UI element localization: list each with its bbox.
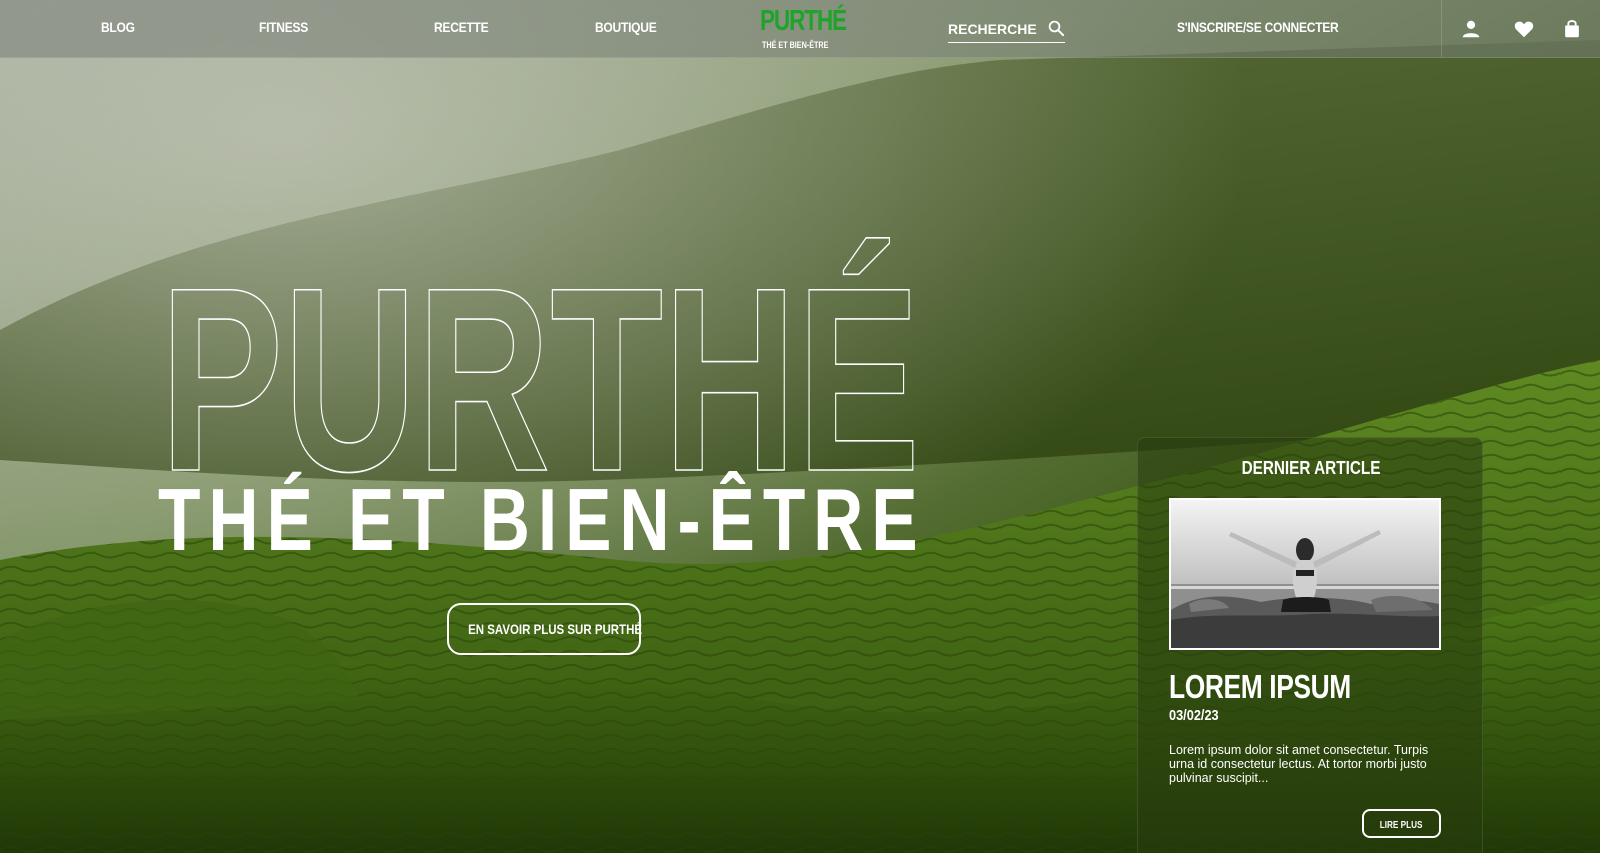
search-icon[interactable]	[1047, 19, 1065, 37]
nav-link-boutique[interactable]: BOUTIQUE	[595, 19, 657, 35]
site-logo[interactable]: PURTHÉ THÉ ET BIEN-ÊTRE	[748, 6, 847, 52]
article-title[interactable]: LOREM IPSUM	[1169, 668, 1351, 706]
hero-title: PURTHÉ	[160, 233, 920, 485]
search-input[interactable]	[948, 18, 1040, 40]
logo-wordmark: PURTHÉ	[760, 5, 847, 37]
heart-icon[interactable]	[1513, 18, 1535, 40]
signup-login-link[interactable]: S'INSCRIRE/SE CONNECTER	[1177, 19, 1339, 35]
nav-link-blog[interactable]: BLOG	[101, 19, 135, 35]
logo-tagline: THÉ ET BIEN-ÊTRE	[762, 40, 829, 50]
nav-divider	[1441, 0, 1442, 57]
read-more-button[interactable]: LIRE PLUS	[1362, 809, 1441, 838]
nav-link-recette[interactable]: RECETTE	[434, 19, 489, 35]
hero-subtitle: THÉ ET BIEN-ÊTRE	[158, 470, 926, 569]
woman-meditating-by-sea-photo	[1171, 500, 1439, 648]
latest-article-card: DERNIER ARTICLE LOREM IPSUM 03/02/23 Lor…	[1137, 437, 1483, 853]
learn-more-button[interactable]: EN SAVOIR PLUS SUR PURTHÉ	[447, 603, 643, 655]
page: BLOG FITNESS RECETTE BOUTIQUE PURTHÉ THÉ…	[0, 0, 1600, 853]
hero-title-outline: PURTHÉ	[159, 232, 921, 485]
article-excerpt: Lorem ipsum dolor sit amet consectetur. …	[1169, 743, 1429, 785]
user-icon[interactable]	[1460, 18, 1482, 40]
nav-link-fitness[interactable]: FITNESS	[259, 19, 308, 35]
latest-article-heading: DERNIER ARTICLE	[1241, 458, 1381, 478]
search-bar	[948, 18, 1065, 43]
article-date: 03/02/23	[1169, 707, 1219, 724]
article-image[interactable]	[1169, 498, 1441, 650]
read-more-button-label: LIRE PLUS	[1380, 820, 1423, 831]
learn-more-button-label: EN SAVOIR PLUS SUR PURTHÉ	[468, 621, 643, 637]
shopping-bag-icon[interactable]	[1561, 18, 1583, 40]
top-navigation-bar: BLOG FITNESS RECETTE BOUTIQUE PURTHÉ THÉ…	[0, 0, 1600, 58]
